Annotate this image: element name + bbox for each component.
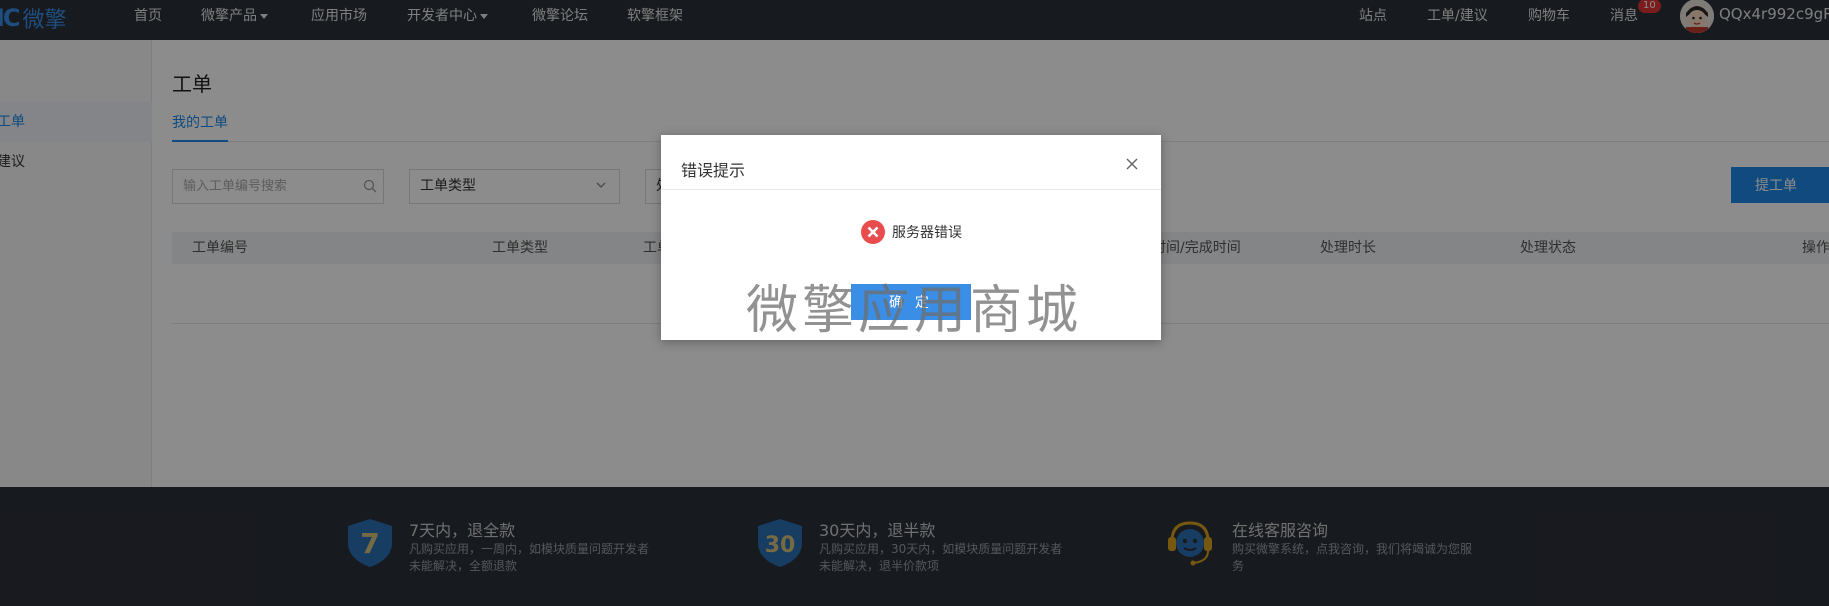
- error-icon: [861, 220, 885, 244]
- error-dialog: 错误提示 服务器错误 确 定: [661, 135, 1161, 340]
- dialog-divider: [661, 189, 1161, 190]
- confirm-button[interactable]: 确 定: [851, 284, 971, 320]
- error-message: 服务器错误: [892, 225, 962, 241]
- dialog-title: 错误提示: [681, 161, 746, 180]
- close-icon[interactable]: [1125, 157, 1139, 171]
